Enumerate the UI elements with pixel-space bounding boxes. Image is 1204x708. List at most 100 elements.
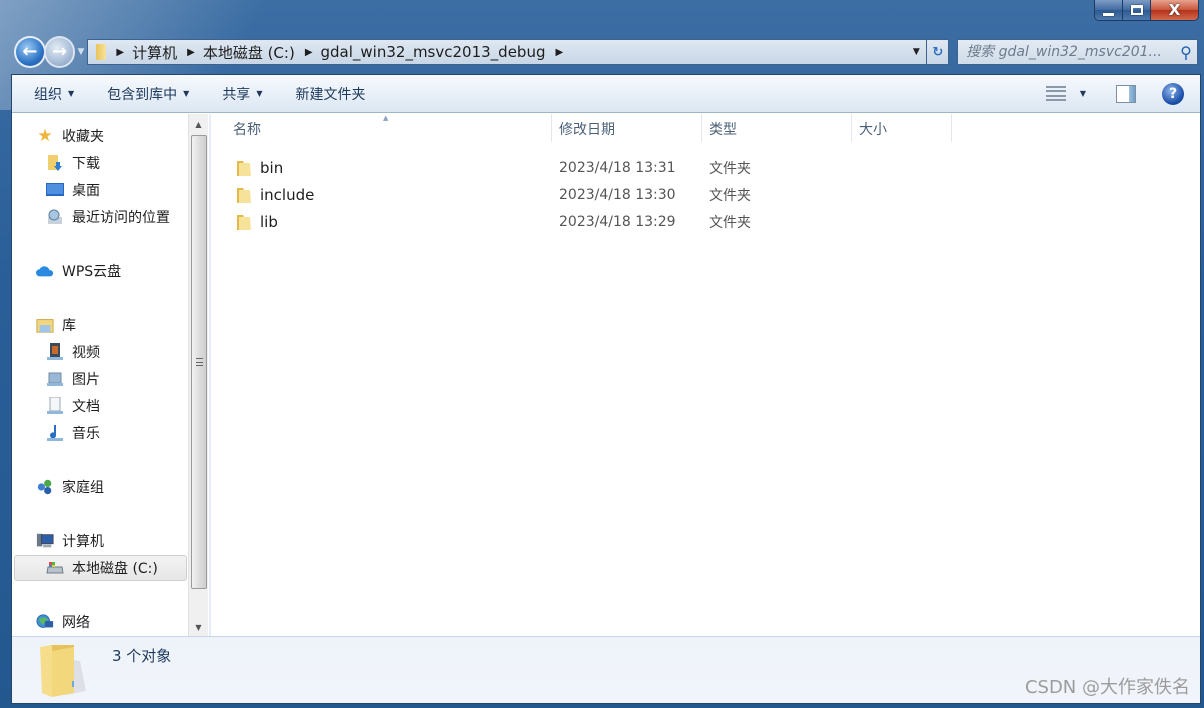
caption-buttons: X: [1094, 0, 1199, 21]
new-folder-button[interactable]: 新建文件夹: [285, 80, 375, 108]
file-modified: 2023/4/18 13:31: [559, 160, 676, 176]
refresh-button[interactable]: ↻: [927, 39, 950, 65]
cloud-icon: [36, 262, 54, 280]
share-button[interactable]: 共享 ▼: [212, 80, 272, 108]
file-row[interactable]: include 2023/4/18 13:30 文件夹: [211, 182, 951, 208]
toolbar-right-group: ▼ ?: [1045, 82, 1200, 105]
preview-pane-icon[interactable]: [1116, 84, 1136, 103]
breadcrumb-separator-icon[interactable]: ▶: [305, 47, 313, 58]
nav-item-label: 视频: [72, 345, 100, 361]
help-icon[interactable]: ?: [1162, 82, 1184, 105]
scroll-down-arrow-icon[interactable]: ▼: [189, 617, 208, 637]
local-disk-icon: [46, 559, 64, 577]
computer-icon: [36, 532, 54, 550]
search-box: ⚲: [957, 39, 1198, 65]
breadcrumb-current-folder[interactable]: gdal_win32_msvc2013_debug: [321, 43, 546, 61]
pictures-icon: [46, 370, 64, 388]
close-button[interactable]: X: [1151, 0, 1198, 20]
view-options-dropdown[interactable]: ▼: [1080, 89, 1086, 98]
large-folder-icon: [40, 645, 86, 697]
item-count: 3 个对象: [112, 647, 172, 665]
nav-item-recent-places[interactable]: 最近访问的位置: [12, 205, 170, 229]
breadcrumb-computer[interactable]: 计算机: [132, 42, 177, 63]
breadcrumb-separator-icon[interactable]: ▶: [116, 47, 124, 58]
nav-network-label: 网络: [62, 615, 90, 631]
minimize-icon: [1103, 12, 1114, 16]
command-bar: 组织 ▼ 包含到库中 ▼ 共享 ▼ 新建文件夹 ▼ ?: [12, 75, 1200, 113]
scroll-up-arrow-icon[interactable]: ▲: [189, 114, 208, 134]
nav-homegroup[interactable]: 家庭组: [12, 475, 104, 499]
nav-item-documents[interactable]: 文档: [12, 394, 100, 418]
file-name: lib: [260, 213, 278, 231]
file-modified: 2023/4/18 13:29: [559, 214, 676, 230]
column-header-label: 修改日期: [559, 122, 615, 138]
address-history-dropdown[interactable]: ▼: [906, 40, 926, 64]
column-header-name[interactable]: 名称: [211, 114, 551, 144]
organize-label: 组织: [34, 86, 62, 103]
file-type: 文件夹: [709, 188, 751, 204]
breadcrumb-separator-icon[interactable]: ▶: [555, 47, 563, 58]
refresh-icon: ↻: [932, 44, 944, 60]
folder-icon: [237, 188, 251, 203]
chevron-down-icon: ▼: [183, 89, 190, 98]
nav-wps-cloud[interactable]: WPS云盘: [12, 259, 121, 283]
explorer-client-area: 组织 ▼ 包含到库中 ▼ 共享 ▼ 新建文件夹 ▼ ? ★ 收藏夹 下载 桌面 …: [11, 74, 1201, 704]
folder-icon: [237, 161, 251, 176]
nav-item-label: 最近访问的位置: [72, 210, 170, 226]
nav-computer[interactable]: 计算机: [12, 529, 104, 553]
desktop-icon: [46, 181, 64, 199]
nav-favorites-label: 收藏夹: [62, 129, 104, 145]
minimize-button[interactable]: [1095, 0, 1123, 20]
search-icon[interactable]: ⚲: [1175, 43, 1197, 62]
nav-item-music[interactable]: 音乐: [12, 421, 100, 445]
file-modified: 2023/4/18 13:30: [559, 187, 676, 203]
nav-homegroup-label: 家庭组: [62, 480, 104, 496]
nav-computer-label: 计算机: [62, 534, 104, 550]
change-view-icon[interactable]: [1045, 85, 1066, 102]
nav-item-label: 桌面: [72, 183, 100, 199]
nav-libraries[interactable]: 库: [12, 313, 76, 337]
forward-arrow-icon: →: [52, 41, 68, 62]
column-header-label: 名称: [233, 122, 261, 138]
nav-item-desktop[interactable]: 桌面: [12, 178, 100, 202]
file-type: 文件夹: [709, 161, 751, 177]
file-name: include: [260, 186, 315, 204]
breadcrumb-separator-icon[interactable]: ▶: [187, 47, 195, 58]
documents-icon: [46, 397, 64, 415]
music-icon: [46, 424, 64, 442]
folder-icon: [237, 215, 251, 230]
downloads-folder-icon: [46, 154, 64, 172]
column-separator[interactable]: [951, 114, 952, 142]
nav-item-videos[interactable]: 视频: [12, 340, 100, 364]
details-pane: 3 个对象 CSDN @大作家佚名: [12, 636, 1200, 703]
column-header-modified[interactable]: 修改日期: [537, 114, 687, 144]
navigation-pane-scrollbar[interactable]: ▲ ▼: [188, 114, 208, 637]
search-input[interactable]: [966, 44, 1175, 60]
scrollbar-thumb[interactable]: [191, 135, 207, 589]
nav-item-label: 文档: [72, 399, 100, 415]
nav-network[interactable]: 网络: [12, 610, 90, 634]
nav-item-label: 下载: [72, 156, 100, 172]
include-in-library-button[interactable]: 包含到库中 ▼: [97, 80, 199, 108]
file-row[interactable]: bin 2023/4/18 13:31 文件夹: [211, 155, 951, 181]
back-button[interactable]: ←: [14, 36, 46, 68]
recent-pages-dropdown[interactable]: ▼: [77, 47, 84, 57]
nav-libraries-label: 库: [62, 318, 76, 334]
include-in-library-label: 包含到库中: [107, 86, 178, 103]
navigation-pane: ★ 收藏夹 下载 桌面 最近访问的位置 WPS云盘 库 视频 图片 文档 音乐 …: [12, 114, 210, 637]
close-icon: X: [1168, 1, 1181, 19]
maximize-button[interactable]: [1123, 0, 1151, 20]
nav-favorites[interactable]: ★ 收藏夹: [12, 124, 104, 148]
column-header-size[interactable]: 大小: [837, 114, 937, 144]
nav-wps-cloud-label: WPS云盘: [62, 264, 122, 280]
nav-item-local-disk-c[interactable]: 本地磁盘 (C:): [12, 556, 158, 580]
nav-item-pictures[interactable]: 图片: [12, 367, 100, 391]
breadcrumb-local-disk[interactable]: 本地磁盘 (C:): [203, 42, 295, 63]
forward-button[interactable]: →: [43, 36, 76, 68]
address-bar[interactable]: ▶ 计算机 ▶ 本地磁盘 (C:) ▶ gdal_win32_msvc2013_…: [87, 39, 928, 65]
file-row[interactable]: lib 2023/4/18 13:29 文件夹: [211, 209, 951, 235]
folder-icon: [96, 44, 107, 60]
column-header-type[interactable]: 类型: [687, 114, 837, 144]
nav-item-downloads[interactable]: 下载: [12, 151, 100, 175]
organize-menu-button[interactable]: 组织 ▼: [24, 80, 84, 108]
